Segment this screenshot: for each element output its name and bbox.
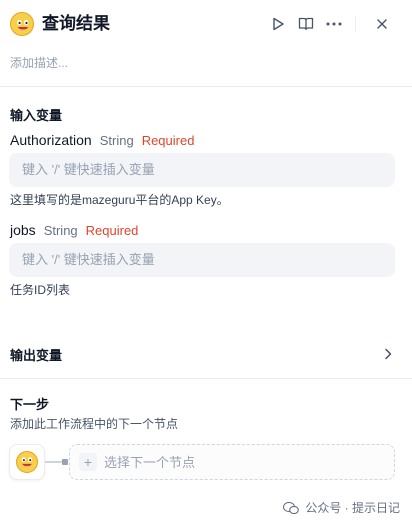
input-variables-title: 输入变量 xyxy=(10,108,63,123)
required-badge: Required xyxy=(85,223,139,238)
panel-header: 查询结果 xyxy=(0,0,412,48)
next-step-subtitle: 添加此工作流程中的下一个节点 xyxy=(10,417,179,431)
variable-type: String xyxy=(43,223,78,238)
required-badge: Required xyxy=(141,133,195,148)
jobs-input[interactable]: 键入 '/' 键快速插入变量 xyxy=(9,243,395,277)
play-icon[interactable] xyxy=(268,14,288,34)
watermark-text: 公众号 · 提示日记 xyxy=(305,501,400,515)
watermark: 公众号 · 提示日记 xyxy=(283,499,400,516)
chevron-right-icon xyxy=(384,347,392,365)
emoji-face-icon xyxy=(16,451,38,473)
authorization-input[interactable]: 键入 '/' 键快速插入变量 xyxy=(9,153,395,187)
current-node-block xyxy=(9,444,45,480)
more-icon[interactable] xyxy=(324,14,344,34)
variable-header-authorization: Authorization String Required xyxy=(10,130,194,151)
variable-type: String xyxy=(99,133,134,148)
select-next-node-label: 选择下一个节点 xyxy=(104,455,196,470)
description-field[interactable]: 添加描述... xyxy=(10,55,68,71)
emoji-face-icon xyxy=(10,12,34,36)
output-variables-title: 输出变量 xyxy=(10,348,63,363)
wechat-icon xyxy=(283,501,300,514)
section-divider xyxy=(0,86,412,87)
output-variables-row[interactable]: 输出变量 xyxy=(0,337,412,373)
plus-icon: + xyxy=(79,453,97,471)
close-icon[interactable] xyxy=(372,14,392,34)
variable-header-jobs: jobs String Required xyxy=(10,220,138,241)
select-next-node-button[interactable]: + 选择下一个节点 xyxy=(69,444,395,480)
authorization-hint: 这里填写的是mazeguru平台的App Key。 xyxy=(10,193,229,207)
section-divider xyxy=(0,378,412,379)
page-title: 查询结果 xyxy=(42,14,110,33)
node-connector-handle xyxy=(62,459,68,465)
variable-name: jobs xyxy=(10,222,36,238)
jobs-hint: 任务ID列表 xyxy=(10,283,71,297)
header-divider xyxy=(355,17,356,31)
book-icon[interactable] xyxy=(296,14,316,34)
variable-name: Authorization xyxy=(10,132,92,148)
next-step-title: 下一步 xyxy=(10,397,50,412)
